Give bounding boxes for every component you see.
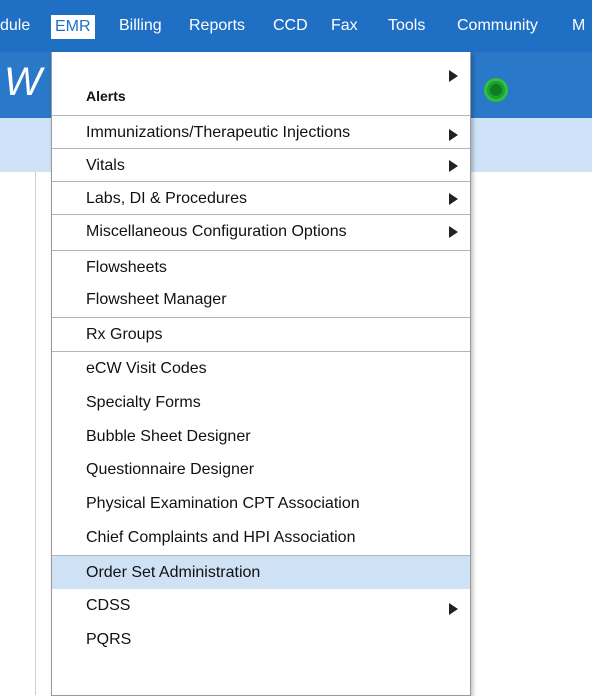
menu-item-specialty-forms[interactable]: Specialty Forms: [52, 386, 470, 419]
emr-dropdown-menu: Alerts Immunizations/Therapeutic Injecti…: [51, 52, 471, 696]
top-menu-bar: dule EMR Billing Reports CCD Fax Tools C…: [0, 0, 592, 52]
menu-item-flowsheets[interactable]: Flowsheets: [52, 250, 470, 284]
menu-item-visit-codes[interactable]: eCW Visit Codes: [52, 351, 470, 385]
menu-item-label: Rx Groups: [86, 326, 163, 343]
menu-item-label: Physical Examination CPT Association: [86, 495, 360, 512]
menu-emr[interactable]: EMR: [51, 15, 95, 39]
menu-item-cdss[interactable]: CDSS: [52, 589, 470, 622]
menu-item-label: Questionnaire Designer: [86, 461, 255, 478]
menu-item-chief-complaints[interactable]: Chief Complaints and HPI Association: [52, 521, 470, 554]
menu-item-pqrs[interactable]: PQRS: [52, 623, 470, 656]
status-indicator-icon: [484, 78, 508, 102]
submenu-arrow-icon: [449, 70, 458, 82]
menu-item-vitals[interactable]: Vitals: [52, 148, 470, 182]
menu-item-rx-groups[interactable]: Rx Groups: [52, 317, 470, 351]
app-logo: W: [4, 60, 42, 104]
submenu-arrow-icon: [449, 226, 458, 238]
menu-item-label: Immunizations/Therapeutic Injections: [86, 124, 351, 141]
menu-item-label: Order Set Administration: [86, 564, 261, 581]
menu-item-label: eCW Visit Codes: [86, 360, 207, 377]
submenu-arrow-icon: [449, 603, 458, 615]
menu-item-label: Miscellaneous Configuration Options: [86, 223, 347, 240]
menu-fax[interactable]: Fax: [331, 15, 358, 37]
menu-schedule[interactable]: dule: [0, 15, 30, 37]
menu-reports[interactable]: Reports: [189, 15, 245, 37]
menu-item-flowsheet-manager[interactable]: Flowsheet Manager: [52, 283, 470, 316]
menu-item-label: Flowsheets: [86, 259, 167, 276]
menu-item-label: CDSS: [86, 597, 131, 614]
menu-item-label: Chief Complaints and HPI Association: [86, 529, 356, 546]
menu-item-bubble-sheet[interactable]: Bubble Sheet Designer: [52, 420, 470, 453]
menu-item-alerts[interactable]: Alerts: [52, 80, 470, 113]
menu-item-immunizations[interactable]: Immunizations/Therapeutic Injections: [52, 115, 470, 149]
menu-item-label: Labs, DI & Procedures: [86, 190, 247, 207]
menu-item-misc-config[interactable]: Miscellaneous Configuration Options: [52, 214, 470, 248]
menu-more[interactable]: M: [572, 15, 585, 37]
menu-item-label: Specialty Forms: [86, 394, 201, 411]
menu-item-questionnaire[interactable]: Questionnaire Designer: [52, 453, 470, 486]
menu-item-label: Flowsheet Manager: [86, 291, 227, 308]
menu-item-label: PQRS: [86, 631, 132, 648]
menu-item-order-set[interactable]: Order Set Administration: [52, 555, 470, 589]
menu-item-label: Bubble Sheet Designer: [86, 428, 251, 445]
menu-tools[interactable]: Tools: [388, 15, 425, 37]
submenu-arrow-icon: [449, 129, 458, 141]
menu-ccd[interactable]: CCD: [273, 15, 308, 37]
menu-item-pe-cpt[interactable]: Physical Examination CPT Association: [52, 487, 470, 520]
submenu-arrow-icon: [449, 160, 458, 172]
menu-item-labs[interactable]: Labs, DI & Procedures: [52, 181, 470, 215]
menu-billing[interactable]: Billing: [119, 15, 162, 37]
submenu-arrow-icon: [449, 193, 458, 205]
menu-item-label: Alerts: [86, 88, 126, 104]
left-panel-divider: [35, 172, 36, 695]
menu-item-label: Vitals: [86, 157, 125, 174]
menu-community[interactable]: Community: [457, 15, 538, 37]
